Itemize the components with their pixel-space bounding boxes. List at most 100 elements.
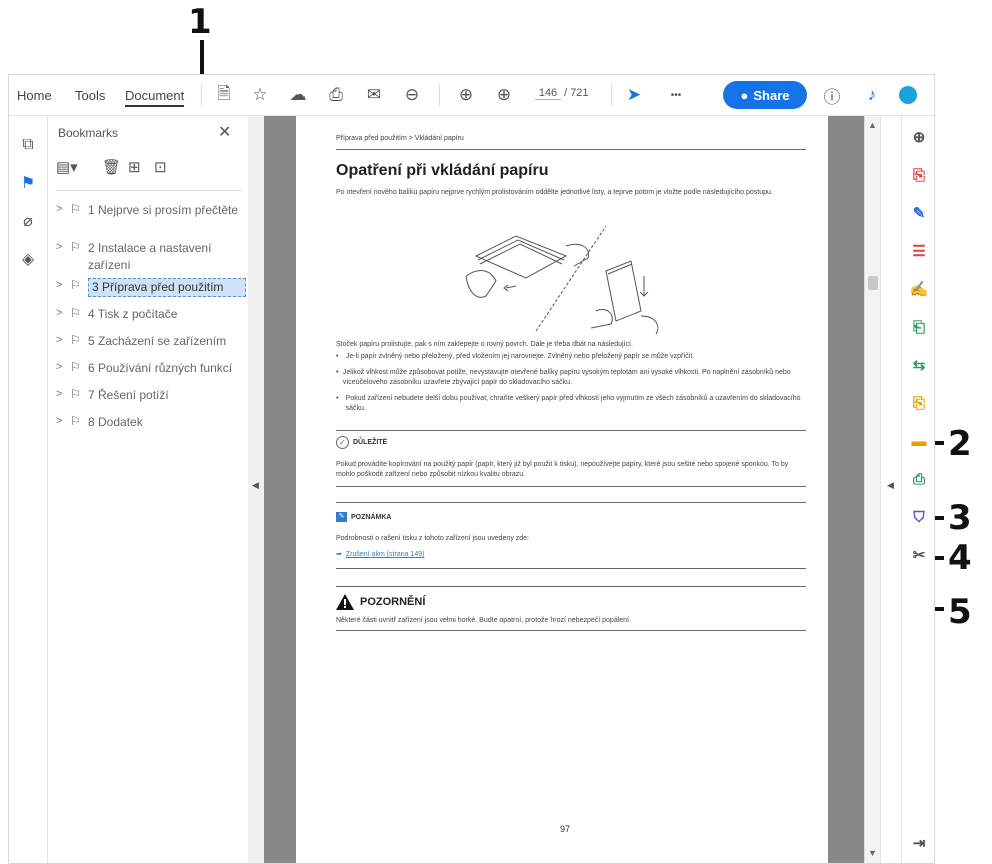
chevron-left-icon[interactable]: ◀	[887, 480, 894, 491]
bookmark-item[interactable]: > ⚐ 2 Instalace a nastavení zařízení	[56, 240, 246, 274]
select-cursor-icon[interactable]: ➤	[623, 85, 645, 105]
avatar[interactable]	[897, 85, 919, 105]
save-icon[interactable]: 🗎	[213, 84, 235, 105]
bookmark-item[interactable]: > ⚐ 7 Řešení potíží	[56, 387, 246, 404]
vertical-scrollbar[interactable]: ▲ ▼	[864, 116, 881, 863]
breadcrumb-rule	[336, 149, 806, 150]
toolbar-separator	[439, 84, 440, 106]
bookmark-label: 1 Nejprve si prosím přečtěte	[88, 203, 239, 217]
expand-panel-icon[interactable]: ⇥	[908, 832, 930, 854]
bookmark-item[interactable]: > ⚐ 6 Používání různých funkcí	[56, 360, 246, 377]
chevron-right-icon[interactable]: >	[56, 202, 70, 215]
comment-file-icon[interactable]: ⎘	[908, 392, 930, 414]
bookmark-item[interactable]: > ⚐ 1 Nejprve si prosím přečtěte	[56, 202, 246, 219]
new-bookmark-icon[interactable]: ⊞	[128, 158, 141, 176]
caution-text: Některé části uvnitř zařízení jsou velmi…	[336, 617, 631, 624]
zoom-out-icon[interactable]: ⊖	[401, 85, 423, 105]
note-icon: ✎	[336, 512, 347, 522]
bookmark-label: 7 Řešení potíží	[88, 388, 169, 402]
export-pdf-icon[interactable]: ⎘	[908, 164, 930, 186]
attachment-icon[interactable]: ⌀	[17, 210, 39, 232]
note-link[interactable]: Zrušení akm (strana 149)	[346, 550, 425, 560]
scroll-up-icon[interactable]: ▲	[868, 120, 877, 130]
collapse-tools-handle[interactable]: ◀	[880, 116, 901, 863]
bookmark-from-selection-icon[interactable]: ⊡	[154, 158, 167, 176]
organize-pages-icon[interactable]: ☰	[908, 240, 930, 262]
print-icon[interactable]: ⎙	[325, 85, 347, 105]
star-icon[interactable]: ☆	[249, 85, 271, 105]
bullet-icon: •	[336, 395, 339, 402]
note-heading: ✎ POZNÁMKA	[336, 512, 391, 522]
chevron-right-icon[interactable]: >	[56, 414, 70, 427]
chevron-right-icon[interactable]: >	[56, 240, 70, 253]
protect-icon[interactable]: ⛉	[908, 506, 930, 528]
options-menu-icon[interactable]: ▤▾	[56, 158, 78, 176]
bookmark-icon: ⚐	[70, 240, 81, 254]
bookmarks-panel: Bookmarks ✕ ▤▾ 🗑 ⊞ ⊡ > ⚐ 1 Nejprve si pr…	[48, 116, 249, 863]
layers-icon[interactable]: ◈	[17, 248, 39, 270]
scroll-thumb[interactable]	[868, 276, 878, 290]
callout-4: 4	[948, 538, 972, 578]
top-toolbar: Home Tools Document 🗎 ☆ ☁ ⎙ ✉ ⊖ ⊕ ⊕ 146 …	[9, 75, 934, 116]
chevron-right-icon[interactable]: >	[56, 306, 70, 319]
collapse-panel-handle[interactable]: ◀	[248, 116, 265, 863]
bookmark-item[interactable]: > ⚐ 5 Zacházení se zařízením	[56, 333, 246, 350]
important-text: Pokud provádíte kopírování na použitý pa…	[336, 461, 789, 478]
caution-bottom-rule	[336, 630, 806, 631]
bookmark-item[interactable]: > ⚐ 8 Dodatek	[56, 414, 246, 431]
mail-icon[interactable]: ✉	[363, 85, 385, 105]
chevron-right-icon[interactable]: >	[56, 278, 70, 291]
more-tools-button[interactable]: •••	[665, 85, 687, 105]
right-tools-rail: ⊕ ⎘ ✎ ☰ ✍ ⎗ ⇆ ⎘ ▬ ⎙ ⛉ ✂ ⇥	[901, 116, 935, 863]
document-viewport: Příprava před použitím > Vkládání papíru…	[264, 116, 864, 863]
menu-tools[interactable]: Tools	[75, 88, 105, 103]
notification-bell-icon[interactable]: ♪	[861, 85, 883, 105]
stack-text: Stoček papíru prolistujte, pak s ním zak…	[336, 341, 633, 348]
bookmark-item[interactable]: > ⚐ 4 Tisk z počítače	[56, 306, 246, 323]
page-down-icon[interactable]: ⊕	[493, 85, 515, 105]
toolbar-separator	[611, 84, 612, 106]
fill-sign-icon[interactable]: ✍	[908, 278, 930, 300]
chevron-right-icon[interactable]: >	[56, 333, 70, 346]
callout-1: 1	[188, 2, 212, 42]
more-tools-icon[interactable]: ✂	[908, 544, 930, 566]
help-icon[interactable]: ⓘ	[821, 85, 843, 107]
chevron-left-icon[interactable]: ◀	[252, 480, 259, 491]
menu-document[interactable]: Document	[125, 88, 185, 107]
page-up-icon[interactable]: ⊕	[455, 85, 477, 105]
upload-cloud-icon[interactable]: ☁	[287, 85, 309, 105]
page-number-input[interactable]: 146	[535, 87, 561, 100]
page-thumbnails-icon[interactable]: ⧉	[17, 134, 39, 156]
bookmark-label: 3 Příprava před použitím	[88, 278, 246, 297]
comment-icon[interactable]: ▬	[908, 430, 930, 452]
acrobat-window: Home Tools Document 🗎 ☆ ☁ ⎙ ✉ ⊖ ⊕ ⊕ 146 …	[8, 74, 935, 864]
share-button[interactable]: ● Share	[723, 81, 807, 109]
scroll-down-icon[interactable]: ▼	[868, 848, 877, 858]
close-icon[interactable]: ✕	[218, 122, 231, 142]
menu-home[interactable]: Home	[17, 88, 52, 103]
page-breadcrumb: Příprava před použitím > Vkládání papíru	[336, 135, 464, 142]
bookmark-icon: ⚐	[70, 387, 81, 401]
chevron-right-icon[interactable]: >	[56, 360, 70, 373]
bullet-item: • Pokud zařízení nebudete delší dobu použ…	[336, 395, 801, 412]
caution-top-rule	[336, 586, 806, 587]
create-pdf-icon[interactable]: ⎗	[908, 316, 930, 338]
page-separator: /	[564, 87, 568, 99]
bookmark-item-selected[interactable]: > ⚐ 3 Příprava před použitím	[56, 278, 246, 297]
bookmark-label: 5 Zacházení se zařízením	[88, 334, 227, 348]
chevron-right-icon[interactable]: >	[56, 387, 70, 400]
note-text: Podrobnosti o rašení tisku z tohoto zaří…	[336, 535, 530, 542]
edit-pdf-icon[interactable]: ✎	[908, 202, 930, 224]
bookmark-icon[interactable]: ⚑	[17, 172, 39, 194]
toolbar-separator	[201, 84, 202, 106]
delete-bookmark-icon[interactable]: 🗑	[102, 158, 121, 176]
document-page: Příprava před použitím > Vkládání papíru…	[296, 116, 828, 863]
compare-files-icon[interactable]: ⇆	[908, 354, 930, 376]
zoom-in-icon[interactable]: ⊕	[908, 126, 930, 148]
bookmark-label: 6 Používání různých funkcí	[88, 361, 233, 375]
print-production-icon[interactable]: ⎙	[908, 468, 930, 490]
panel-title: Bookmarks	[58, 126, 119, 140]
bullet-icon: •	[336, 369, 339, 376]
page-number: 97	[560, 824, 571, 834]
left-navigation-rail: ⧉ ⚑ ⌀ ◈	[9, 116, 48, 863]
